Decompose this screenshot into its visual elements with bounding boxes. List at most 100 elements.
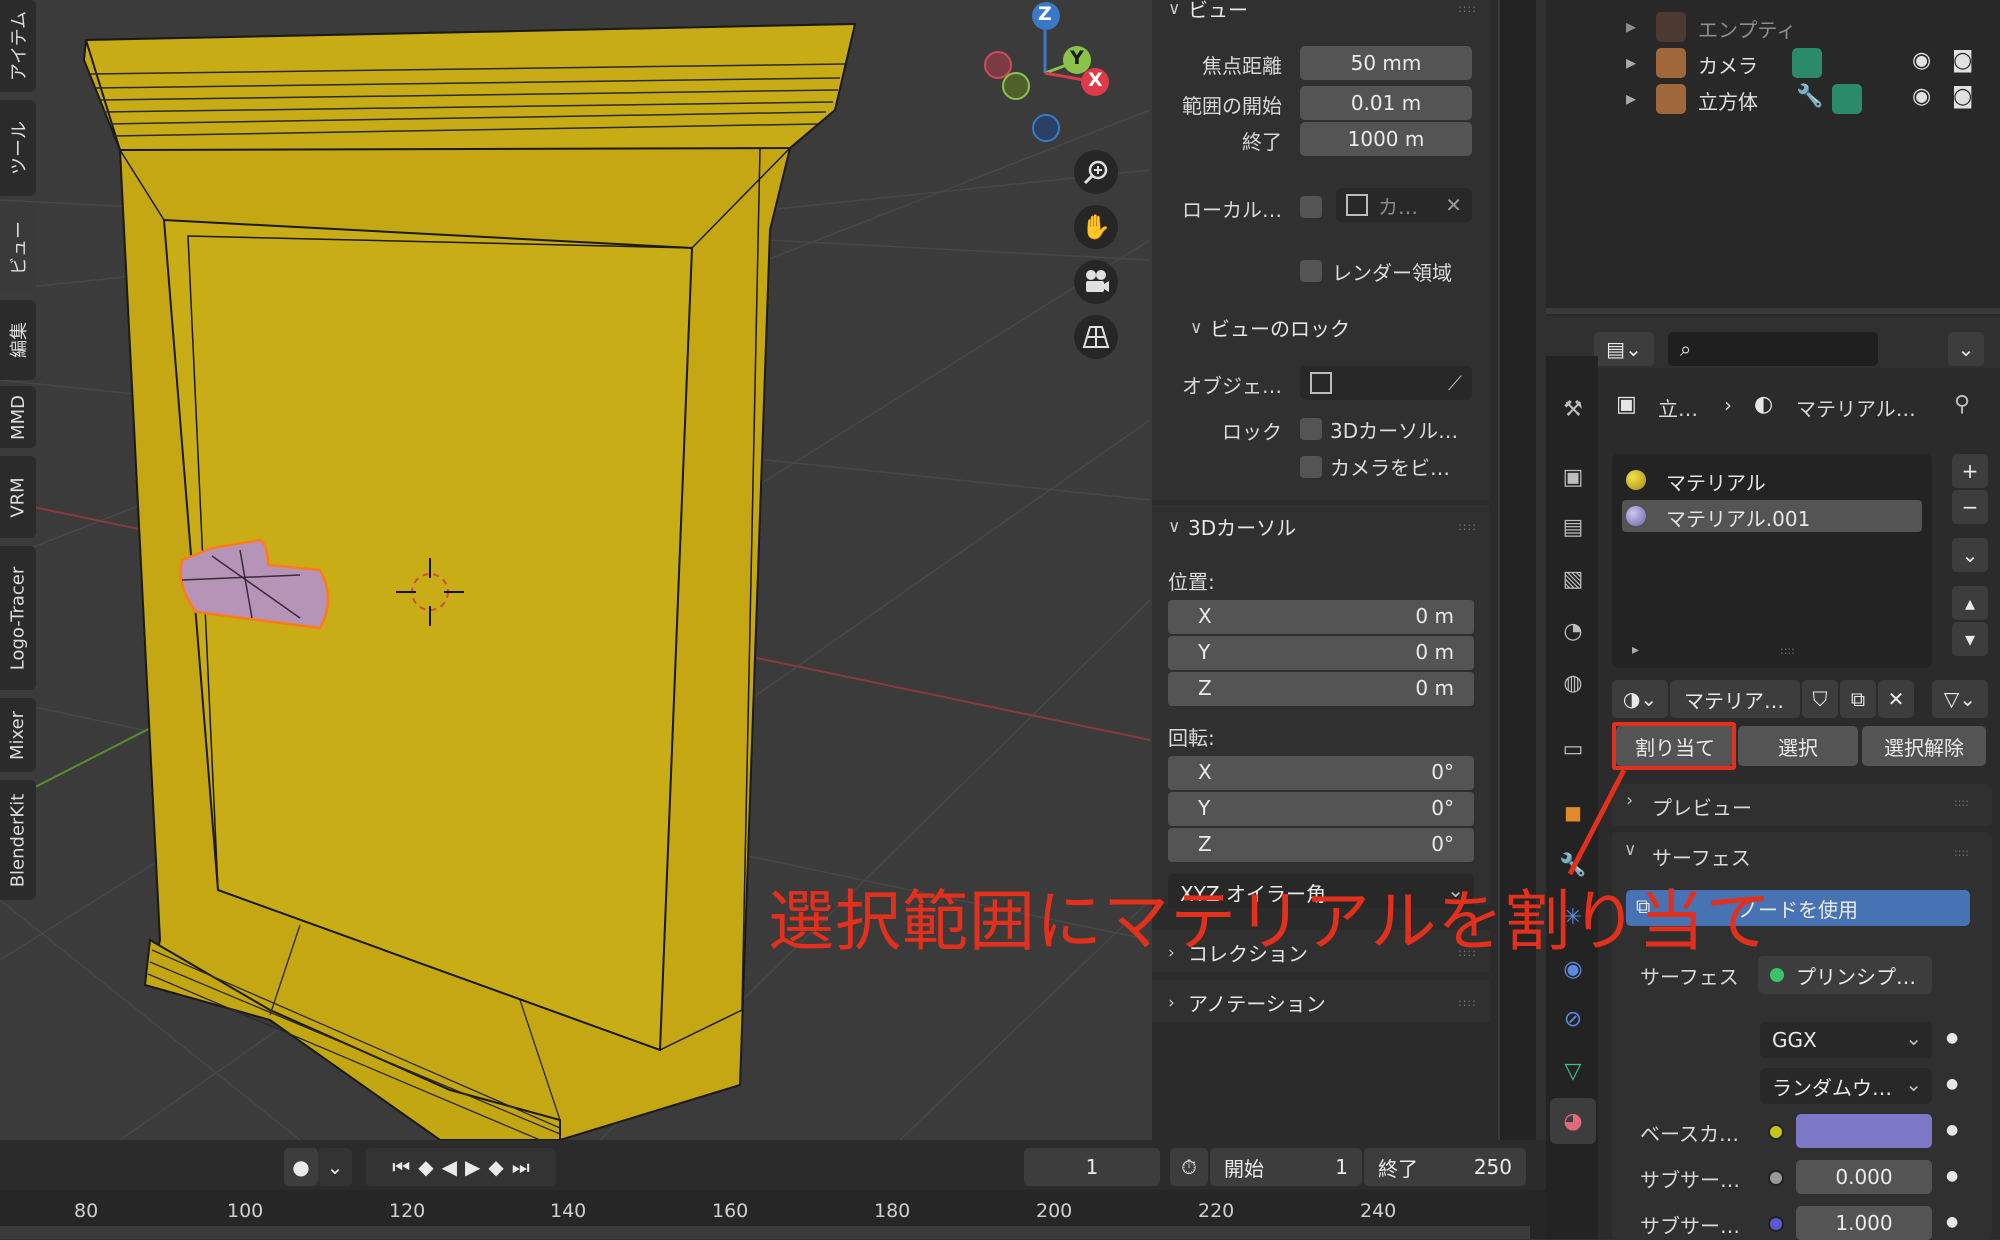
rotation-x-field[interactable]: X 0° [1168,756,1474,790]
deselect-button[interactable]: 選択解除 [1862,726,1986,766]
scene-icon[interactable]: ◔ [1556,614,1590,648]
material-slot-item-active[interactable]: マテリアル.001 [1622,500,1922,532]
link-mode-dropdown[interactable]: ▽⌄ [1932,680,1988,718]
play-reverse-icon[interactable]: ◀ [442,1155,457,1179]
clip-start-field[interactable]: 0.01 m [1300,86,1472,120]
3d-cursor-header[interactable]: ∨ 3Dカーソル [1168,512,1296,541]
stopwatch-icon[interactable]: ⏱ [1170,1148,1208,1186]
local-camera-checkbox[interactable] [1300,196,1322,218]
jump-start-icon[interactable]: ⏮ [392,1155,410,1179]
drag-grip-icon[interactable]: :::: [1954,796,1969,809]
mesh-data-icon[interactable]: ▽ [1556,1054,1590,1088]
render-region-checkbox[interactable] [1300,260,1322,282]
socket-dot-icon[interactable]: ● [1946,1168,1958,1184]
view-section-header[interactable]: ∨ ビュー [1168,0,1248,23]
move-slot-up-button[interactable]: ▴ [1952,586,1988,620]
location-x-field[interactable]: X 0 m [1168,600,1474,634]
timeline-scrollbar[interactable] [0,1226,1530,1239]
unlink-material-icon[interactable]: ✕ [1878,680,1914,718]
view-lock-header[interactable]: ∨ ビューのロック [1190,313,1350,342]
perspective-grid-icon[interactable] [1074,315,1118,359]
material-slot-item[interactable]: マテリアル [1622,464,1922,496]
render-camera-icon[interactable]: ◙ [1952,84,1973,109]
wrench-icon[interactable]: 🔧 [1796,84,1823,109]
tab-item[interactable]: アイテム [0,0,36,92]
local-camera-field[interactable]: カ… ✕ [1336,188,1472,222]
outliner-row-camera[interactable]: ▸ カメラ ◉ ◙ [1546,46,2000,82]
expand-arrow-icon[interactable]: ▸ [1632,642,1639,658]
tab-vrm[interactable]: VRM [0,456,36,538]
location-z-field[interactable]: Z 0 m [1168,672,1474,706]
move-slot-down-button[interactable]: ▾ [1952,622,1988,656]
base-color-swatch[interactable] [1796,1114,1932,1148]
constraints-icon[interactable]: ⊘ [1556,1002,1590,1036]
close-icon[interactable]: ✕ [1445,193,1462,217]
gizmo-y-label[interactable]: Y [1070,47,1084,69]
material-name-field[interactable]: マテリア… [1670,680,1800,718]
material-icon[interactable]: ◕ [1556,1104,1590,1138]
tab-edit[interactable]: 編集 [0,300,36,380]
annotation-header[interactable]: › アノテーション [1168,988,1326,1017]
camera-data-icon[interactable] [1792,48,1822,78]
jump-end-icon[interactable]: ⏭ [512,1155,530,1179]
surface-shader-field[interactable]: プリンシプ… [1758,956,1932,994]
play-icon[interactable]: ▶ [465,1155,480,1179]
tab-view[interactable]: ビュー [0,204,36,292]
resize-grip-icon[interactable]: :::: [1780,644,1795,657]
outliner-row-empty[interactable]: ▸ エンプティ [1546,10,2000,46]
subsurface-radius-field[interactable]: 1.000 [1796,1206,1932,1240]
mesh-data-icon[interactable] [1832,84,1862,114]
browse-material-button[interactable]: ◑⌄ [1612,680,1668,718]
next-keyframe-icon[interactable]: ◆ [488,1155,503,1179]
render-camera-icon[interactable]: ◙ [1952,48,1973,73]
lock-object-field[interactable]: ⟋ [1300,366,1472,400]
zoom-icon[interactable] [1074,150,1118,194]
hand-pan-icon[interactable]: ✋ [1074,205,1118,249]
gizmo-z-label[interactable]: Z [1038,3,1052,25]
record-button[interactable]: ● [284,1148,318,1186]
prev-keyframe-icon[interactable]: ◆ [418,1155,433,1179]
keying-dropdown[interactable]: ⌄ [318,1148,352,1186]
duplicate-material-icon[interactable]: ⧉ [1840,680,1876,718]
subsurface-value-field[interactable]: 0.000 [1796,1160,1932,1194]
options-dropdown[interactable]: ⌄ [1948,332,1984,366]
lock-cursor-checkbox[interactable] [1300,418,1322,440]
tab-logo-tracer[interactable]: Logo-Tracer [0,546,36,690]
view-layer-icon[interactable]: ▧ [1556,562,1590,596]
distribution-dropdown[interactable]: GGX ⌄ [1760,1022,1932,1058]
tab-mixer[interactable]: Mixer [0,698,36,772]
output-icon[interactable]: ▤ [1556,510,1590,544]
rotation-z-field[interactable]: Z 0° [1168,828,1474,862]
socket-dot-icon[interactable]: ● [1946,1214,1958,1230]
tool-settings-icon[interactable]: ⚒ [1556,392,1590,426]
select-button[interactable]: 選択 [1738,726,1858,766]
drag-grip-icon[interactable]: :::: [1954,846,1969,859]
location-y-field[interactable]: Y 0 m [1168,636,1474,670]
pin-icon[interactable]: ⚲ [1954,392,1970,417]
slot-specials-dropdown[interactable]: ⌄ [1952,538,1988,572]
fake-user-shield-icon[interactable]: ⛉ [1802,680,1838,718]
clip-end-field[interactable]: 1000 m [1300,122,1472,156]
editor-type-button[interactable]: ▤⌄ [1594,332,1654,366]
eye-icon[interactable]: ◉ [1912,84,1931,109]
camera-view-icon[interactable] [1074,260,1118,304]
focal-length-field[interactable]: 50 mm [1300,46,1472,80]
expand-arrow-icon[interactable]: ▸ [1626,50,1636,74]
socket-dot-icon[interactable]: ● [1946,1122,1958,1138]
remove-slot-button[interactable]: − [1952,490,1988,524]
gizmo-x-label[interactable]: X [1088,69,1103,91]
vector-socket-icon[interactable] [1768,1216,1784,1232]
value-socket-icon[interactable] [1768,1170,1784,1186]
subsurface-method-dropdown[interactable]: ランダムウ… ⌄ [1760,1068,1932,1104]
color-socket-icon[interactable] [1768,1124,1784,1140]
socket-dot-icon[interactable]: ● [1946,1076,1958,1092]
expand-arrow-icon[interactable]: ▸ [1626,14,1636,38]
outliner-divider[interactable] [1546,308,2000,314]
properties-search-input[interactable]: ⌕ [1668,332,1878,366]
start-frame-field[interactable]: 開始 1 [1210,1148,1362,1186]
tab-mmd[interactable]: MMD [0,386,36,448]
current-frame-field[interactable]: 1 [1024,1148,1160,1186]
collection-icon[interactable]: ▭ [1556,732,1590,766]
rotation-y-field[interactable]: Y 0° [1168,792,1474,826]
eye-icon[interactable]: ◉ [1912,48,1931,73]
